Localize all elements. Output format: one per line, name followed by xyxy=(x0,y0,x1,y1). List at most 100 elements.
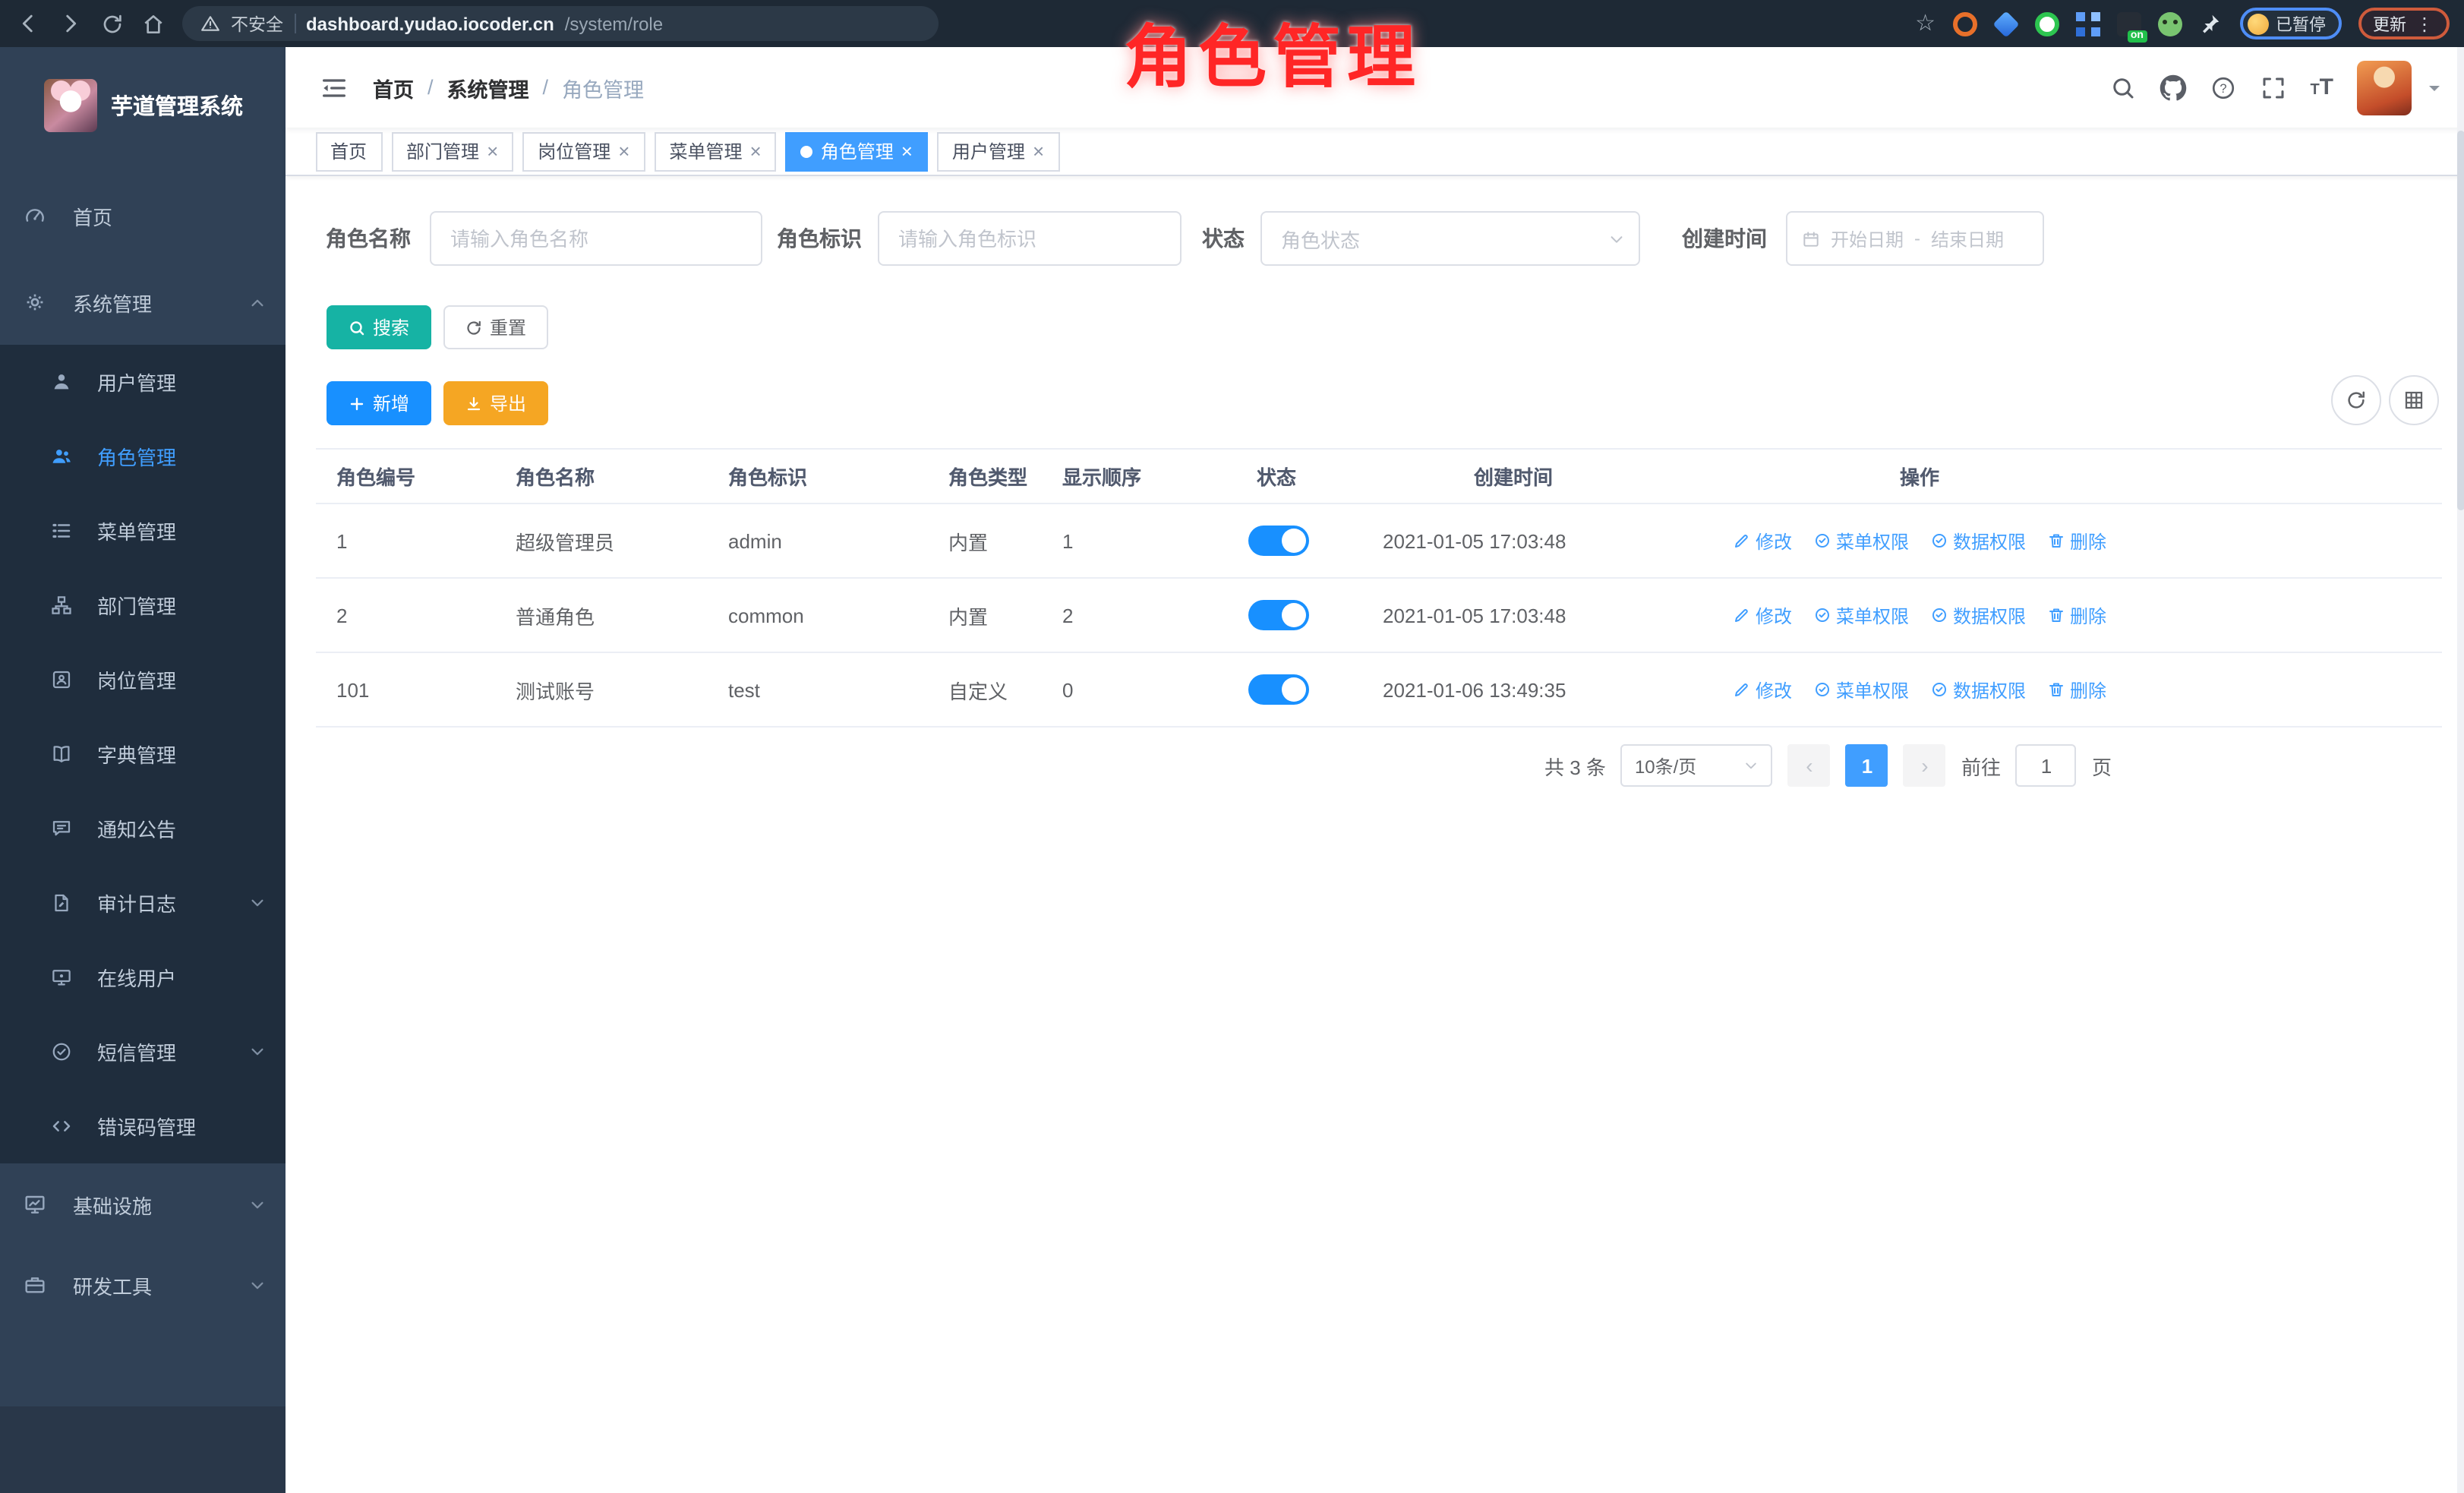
status-toggle-on[interactable] xyxy=(1248,600,1309,630)
status-toggle-on[interactable] xyxy=(1248,526,1309,556)
reset-button[interactable]: 重置 xyxy=(443,305,547,349)
help-icon[interactable]: ? xyxy=(2210,74,2237,101)
next-page-button[interactable]: › xyxy=(1904,744,1946,787)
sidebar-item-home[interactable]: 首页 xyxy=(0,178,285,254)
sidebar-item-posts[interactable]: 岗位管理 xyxy=(0,642,285,717)
edit-link[interactable]: 修改 xyxy=(1733,528,1792,554)
user-avatar[interactable] xyxy=(2356,60,2411,115)
hamburger-icon[interactable] xyxy=(318,72,349,103)
menu-permission-link[interactable]: 菜单权限 xyxy=(1813,677,1909,702)
role-key-input[interactable] xyxy=(877,211,1181,266)
extension-icon-gem[interactable] xyxy=(1992,10,2018,36)
delete-link[interactable]: 删除 xyxy=(2047,528,2106,554)
col-header-actions: 操作 xyxy=(1665,462,2441,491)
profile-paused-chip[interactable]: 已暂停 xyxy=(2239,8,2341,39)
role-name-label: 角色名称 xyxy=(326,211,411,266)
sidebar-item-notice[interactable]: 通知公告 xyxy=(0,791,285,866)
menu-kebab-icon[interactable]: ⋮ xyxy=(2415,13,2434,34)
sidebar-item-system[interactable]: 系统管理 xyxy=(0,264,285,340)
role-name-input[interactable] xyxy=(429,211,762,266)
app-logo[interactable]: 芋道管理系统 xyxy=(0,62,285,147)
cell-key: admin xyxy=(707,529,927,552)
extension-badge: on xyxy=(2128,30,2147,42)
prev-page-button[interactable]: ‹ xyxy=(1788,744,1831,787)
navbar-right: ? TT xyxy=(2109,60,2464,115)
caret-down-icon[interactable] xyxy=(2425,78,2443,96)
close-icon[interactable]: × xyxy=(618,141,629,161)
breadcrumb-home[interactable]: 首页 xyxy=(373,72,414,103)
chevron-down-icon xyxy=(1607,230,1624,247)
col-header-id: 角色编号 xyxy=(315,462,494,491)
sidebar-item-online-users[interactable]: 在线用户 xyxy=(0,940,285,1015)
book-icon xyxy=(50,743,73,765)
tab-users[interactable]: 用户管理× xyxy=(937,131,1059,171)
browser-update-button[interactable]: 更新 ⋮ xyxy=(2358,8,2449,39)
menu-permission-link[interactable]: 菜单权限 xyxy=(1813,528,1909,554)
reload-icon[interactable] xyxy=(100,11,125,36)
col-header-type: 角色类型 xyxy=(927,462,1041,491)
gear-icon xyxy=(23,290,47,314)
home-icon[interactable] xyxy=(141,11,166,36)
sidebar-item-infra[interactable]: 基础设施 xyxy=(0,1166,285,1242)
sidebar-item-sms[interactable]: 短信管理 xyxy=(0,1015,285,1089)
search-icon[interactable] xyxy=(2109,74,2137,101)
tab-menus[interactable]: 菜单管理× xyxy=(654,131,776,171)
sidebar-item-dict[interactable]: 字典管理 xyxy=(0,717,285,791)
sidebar-item-error-codes[interactable]: 错误码管理 xyxy=(0,1089,285,1163)
cell-name: 测试账号 xyxy=(494,675,707,704)
delete-link[interactable]: 删除 xyxy=(2047,602,2106,628)
status-select[interactable]: 角色状态 xyxy=(1260,211,1639,266)
page-size-select[interactable]: 10条/页 xyxy=(1621,744,1773,787)
close-icon[interactable]: × xyxy=(487,141,498,161)
menu-permission-link[interactable]: 菜单权限 xyxy=(1813,602,1909,628)
scrollbar-thumb[interactable] xyxy=(2456,131,2464,510)
status-toggle-on[interactable] xyxy=(1248,674,1309,705)
edit-link[interactable]: 修改 xyxy=(1733,677,1792,702)
extension-icon-grid[interactable] xyxy=(2075,11,2100,36)
extension-icon-green[interactable] xyxy=(2034,11,2059,36)
sidebar-item-menus[interactable]: 菜单管理 xyxy=(0,494,285,568)
sidebar-item-users[interactable]: 用户管理 xyxy=(0,345,285,419)
breadcrumb-system[interactable]: 系统管理 xyxy=(447,72,529,103)
refresh-button[interactable] xyxy=(2330,375,2380,425)
comment-icon xyxy=(50,817,73,840)
data-permission-link[interactable]: 数据权限 xyxy=(1930,528,2026,554)
add-button[interactable]: 新增 xyxy=(326,381,431,425)
search-actions: 搜索 重置 xyxy=(326,305,547,349)
extension-icon-dark[interactable]: on xyxy=(2116,11,2141,36)
sidebar-item-audit-log[interactable]: 审计日志 xyxy=(0,866,285,940)
extension-icon-monkey[interactable] xyxy=(2157,11,2182,36)
back-icon[interactable] xyxy=(15,11,41,36)
tab-posts[interactable]: 岗位管理× xyxy=(522,131,645,171)
tab-home[interactable]: 首页 xyxy=(315,131,382,171)
goto-unit: 页 xyxy=(2092,751,2112,780)
tab-departments[interactable]: 部门管理× xyxy=(391,131,513,171)
cell-id: 2 xyxy=(315,604,494,627)
font-size-icon[interactable]: TT xyxy=(2310,76,2333,99)
search-button[interactable]: 搜索 xyxy=(326,305,431,349)
github-icon[interactable] xyxy=(2160,74,2187,101)
extension-icon-orange[interactable] xyxy=(1952,11,1977,36)
edit-link[interactable]: 修改 xyxy=(1733,602,1792,628)
sidebar-item-roles[interactable]: 角色管理 xyxy=(0,419,285,494)
column-settings-button[interactable] xyxy=(2388,375,2438,425)
close-icon[interactable]: × xyxy=(901,141,913,161)
close-icon[interactable]: × xyxy=(1033,141,1044,161)
fullscreen-icon[interactable] xyxy=(2260,74,2287,101)
url-bar[interactable]: 不安全 dashboard.yudao.iocoder.cn/system/ro… xyxy=(182,6,939,41)
date-end-placeholder: 结束日期 xyxy=(1931,226,2004,251)
forward-icon[interactable] xyxy=(58,11,84,36)
data-permission-link[interactable]: 数据权限 xyxy=(1930,677,2026,702)
goto-page-input[interactable] xyxy=(2016,744,2077,787)
date-range-picker[interactable]: 开始日期 - 结束日期 xyxy=(1785,211,2043,266)
close-icon[interactable]: × xyxy=(750,141,762,161)
sidebar-item-devtools[interactable]: 研发工具 xyxy=(0,1247,285,1323)
delete-link[interactable]: 删除 xyxy=(2047,677,2106,702)
data-permission-link[interactable]: 数据权限 xyxy=(1930,602,2026,628)
page-1-button[interactable]: 1 xyxy=(1846,744,1888,787)
export-button[interactable]: 导出 xyxy=(443,381,547,425)
tab-roles[interactable]: 角色管理× xyxy=(786,131,928,171)
sidebar-item-departments[interactable]: 部门管理 xyxy=(0,568,285,642)
bookmark-star-icon[interactable]: ☆ xyxy=(1915,12,1936,35)
extensions-pin-icon[interactable] xyxy=(2198,11,2223,36)
